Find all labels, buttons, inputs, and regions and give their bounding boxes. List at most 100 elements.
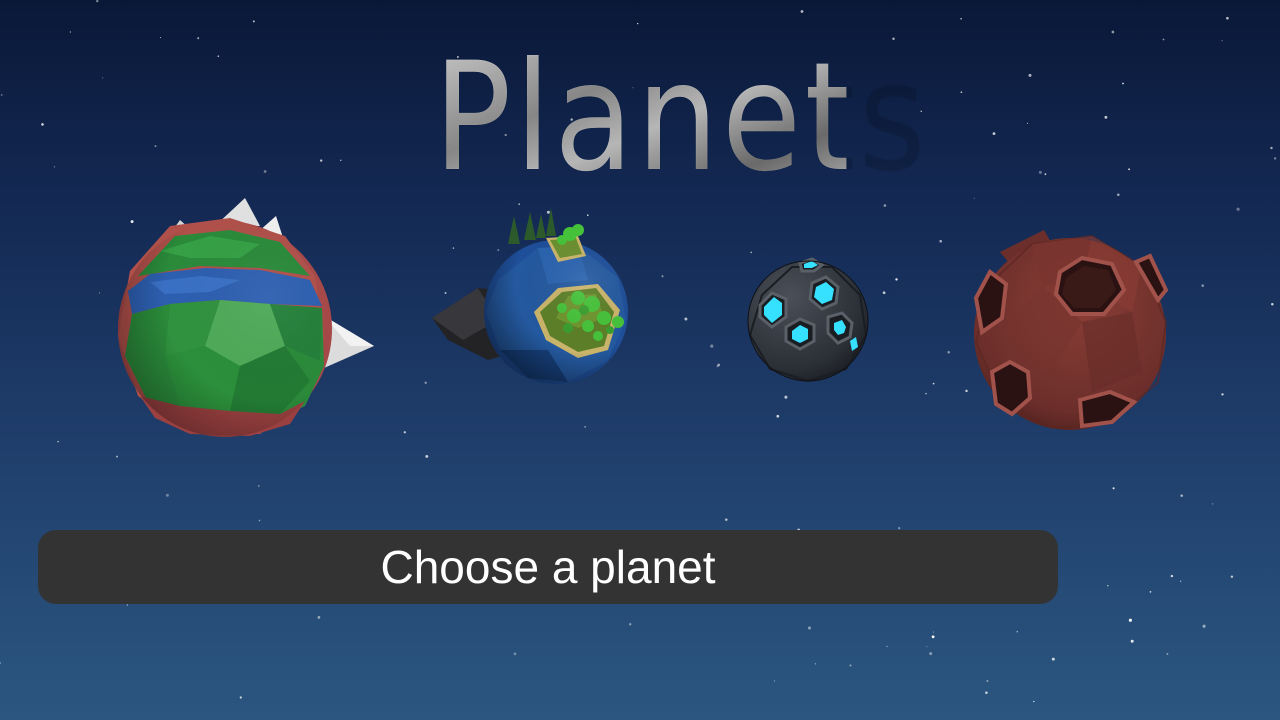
star	[628, 622, 632, 626]
star	[154, 145, 157, 148]
star	[960, 17, 962, 20]
red-crater-planet[interactable]	[962, 222, 1174, 438]
star	[165, 493, 169, 497]
star	[258, 485, 260, 487]
star	[807, 626, 812, 630]
star	[985, 691, 988, 694]
star	[1128, 618, 1132, 622]
star	[939, 239, 942, 243]
star	[932, 631, 935, 633]
star	[584, 426, 586, 428]
star	[725, 518, 728, 521]
star	[403, 431, 406, 434]
star	[96, 0, 99, 3]
star	[684, 317, 688, 321]
star	[717, 363, 721, 367]
star	[425, 454, 429, 458]
star	[960, 91, 963, 94]
star	[1170, 574, 1174, 578]
star	[784, 395, 788, 399]
star	[98, 292, 101, 294]
star	[1044, 173, 1047, 176]
star	[69, 31, 71, 33]
star	[637, 22, 639, 25]
star	[882, 291, 886, 295]
star	[1122, 82, 1124, 85]
star	[1112, 487, 1115, 490]
star	[217, 55, 220, 57]
star	[849, 664, 852, 667]
star	[1230, 575, 1234, 578]
star	[197, 37, 200, 40]
star	[1107, 584, 1109, 587]
star	[1180, 494, 1183, 497]
star	[1202, 624, 1206, 628]
star	[800, 10, 804, 13]
star	[1111, 30, 1115, 34]
star	[1026, 122, 1029, 124]
star	[992, 132, 996, 135]
choose-planet-label: Choose a planet	[380, 541, 716, 593]
star	[1117, 193, 1120, 197]
star	[252, 20, 255, 23]
star	[126, 604, 129, 606]
star	[1236, 207, 1240, 211]
star	[1016, 631, 1018, 633]
star	[776, 414, 780, 418]
game-title: Planets	[433, 31, 930, 205]
star	[814, 663, 816, 665]
star	[1104, 115, 1108, 119]
star	[57, 440, 59, 443]
green-red-planet[interactable]	[110, 196, 380, 446]
star	[931, 635, 935, 639]
star	[1201, 284, 1204, 287]
star	[926, 646, 928, 648]
star	[1033, 700, 1035, 703]
crystal-planet[interactable]	[742, 255, 874, 385]
star	[710, 344, 714, 348]
star	[1149, 591, 1152, 593]
star	[1180, 580, 1182, 582]
star	[424, 381, 427, 384]
star	[947, 351, 950, 354]
star	[1051, 657, 1055, 661]
star	[0, 93, 3, 96]
star	[320, 159, 323, 162]
star	[986, 679, 989, 683]
star	[102, 77, 104, 79]
star	[41, 123, 44, 126]
star	[160, 37, 161, 39]
star	[886, 645, 888, 648]
star	[263, 170, 267, 173]
star	[929, 652, 933, 656]
star	[1221, 393, 1224, 396]
choose-planet-bar[interactable]: Choose a planet	[38, 530, 1058, 604]
star	[773, 680, 776, 682]
star	[1221, 40, 1223, 42]
island-planet[interactable]	[428, 200, 638, 392]
star	[1166, 653, 1169, 655]
star	[661, 275, 664, 278]
star	[750, 251, 753, 254]
star	[1273, 157, 1277, 160]
star	[0, 662, 1, 664]
star	[1128, 168, 1131, 171]
star	[898, 527, 901, 530]
star	[239, 696, 242, 699]
star	[925, 392, 927, 395]
game-scene: Planets Choose a planet	[0, 0, 1280, 720]
star	[116, 455, 118, 458]
star	[53, 166, 56, 168]
star	[258, 519, 261, 522]
star	[1226, 16, 1229, 20]
star	[1038, 170, 1042, 174]
star	[973, 197, 975, 199]
star	[317, 616, 321, 619]
star	[1211, 503, 1214, 505]
star	[1162, 38, 1165, 41]
star	[1028, 73, 1032, 77]
star	[340, 159, 342, 162]
star	[932, 382, 935, 385]
star	[895, 278, 898, 281]
star	[513, 652, 517, 656]
